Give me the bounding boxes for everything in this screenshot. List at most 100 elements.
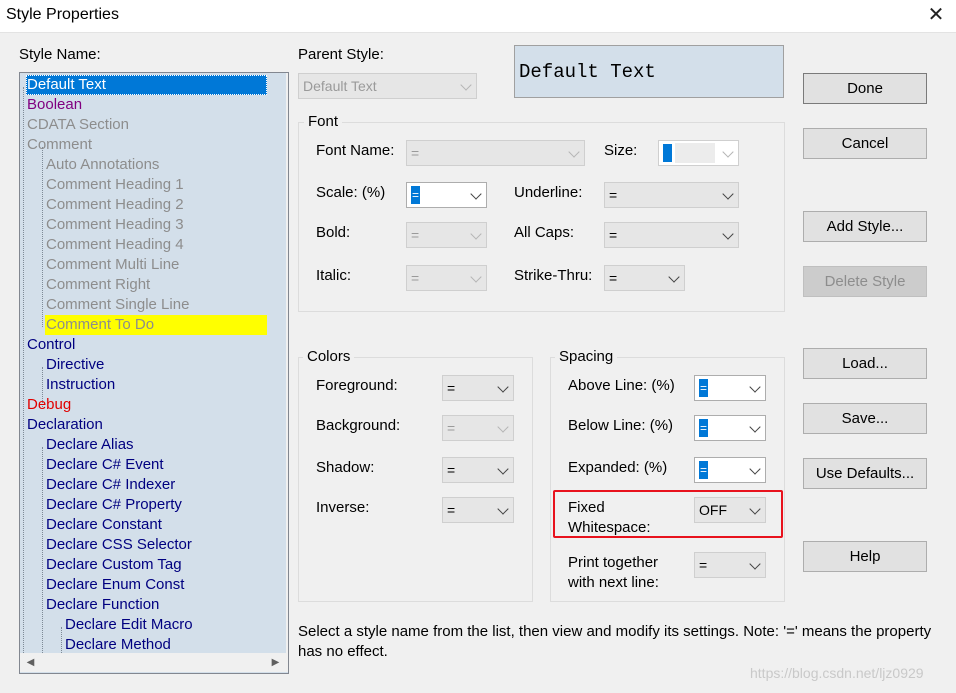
foreground-dropdown[interactable]: =: [442, 375, 514, 401]
spacing-group-label: Spacing: [555, 348, 618, 365]
style-list-item[interactable]: Declare Alias: [45, 435, 134, 455]
strike-thru-dropdown[interactable]: =: [604, 265, 685, 291]
style-list-item[interactable]: Auto Annotations: [45, 155, 159, 175]
horizontal-scrollbar[interactable]: ◀ ▶: [20, 653, 286, 672]
foreground-label: Foreground:: [316, 377, 398, 394]
style-list-item[interactable]: Comment Heading 3: [45, 215, 184, 235]
below-line-value: =: [699, 419, 708, 437]
tree-connector: [42, 147, 43, 327]
style-list-item[interactable]: Comment Heading 4: [45, 235, 184, 255]
style-list-item[interactable]: CDATA Section: [26, 115, 129, 135]
style-list-item[interactable]: Declare Function: [45, 595, 159, 615]
scrollbar-corner: [286, 653, 288, 672]
title-bar: [0, 0, 956, 33]
scroll-left-icon[interactable]: ◀: [22, 653, 39, 672]
style-name-label: Style Name:: [19, 46, 101, 63]
style-list-item[interactable]: Declare Enum Const: [45, 575, 184, 595]
background-dropdown[interactable]: =: [442, 415, 514, 441]
above-line-label: Above Line: (%): [568, 377, 675, 394]
style-list-item[interactable]: Declare CSS Selector: [45, 535, 192, 555]
chevron-down-icon: [497, 463, 509, 475]
bold-dropdown[interactable]: =: [406, 222, 487, 248]
style-list-item[interactable]: Declare C# Event: [45, 455, 164, 475]
all-caps-label: All Caps:: [514, 224, 575, 241]
expanded-dropdown[interactable]: =: [694, 457, 766, 483]
style-list-item[interactable]: Comment Single Line: [45, 295, 189, 315]
all-caps-dropdown[interactable]: =: [604, 222, 739, 248]
use-defaults-button[interactable]: Use Defaults...: [803, 458, 927, 489]
window-title: Style Properties: [6, 6, 119, 23]
below-line-dropdown[interactable]: =: [694, 415, 766, 441]
print-together-label-line2: with next line:: [568, 574, 659, 591]
font-name-dropdown[interactable]: =: [406, 140, 585, 166]
style-list-item[interactable]: Boolean: [26, 95, 82, 115]
background-value: =: [447, 420, 456, 436]
close-icon[interactable]: ✕: [924, 2, 948, 28]
save-button[interactable]: Save...: [803, 403, 927, 434]
tree-connector: [61, 627, 62, 653]
vertical-scroll-thumb[interactable]: [288, 95, 289, 217]
strike-thru-value: =: [609, 270, 618, 286]
load-button[interactable]: Load...: [803, 348, 927, 379]
size-dropdown[interactable]: [658, 140, 739, 166]
print-together-value: =: [699, 557, 708, 573]
inverse-label: Inverse:: [316, 499, 370, 516]
italic-dropdown[interactable]: =: [406, 265, 487, 291]
style-list-item[interactable]: Comment To Do: [45, 315, 267, 335]
style-list-item[interactable]: Comment: [26, 135, 92, 155]
style-list-item[interactable]: Instruction: [45, 375, 115, 395]
style-list-item[interactable]: Declaration: [26, 415, 103, 435]
help-button[interactable]: Help: [803, 541, 927, 572]
italic-label: Italic:: [316, 267, 352, 284]
chevron-down-icon: [749, 381, 761, 393]
chevron-down-icon: [722, 228, 734, 240]
done-button[interactable]: Done: [803, 73, 927, 104]
print-together-dropdown[interactable]: =: [694, 552, 766, 578]
style-list-item[interactable]: Debug: [26, 395, 71, 415]
style-list-item[interactable]: Default Text: [26, 75, 267, 95]
chevron-down-icon: [749, 558, 761, 570]
style-list-item[interactable]: Declare C# Indexer: [45, 475, 175, 495]
chevron-down-icon: [497, 381, 509, 393]
delete-style-button[interactable]: Delete Style: [803, 266, 927, 297]
inverse-value: =: [447, 502, 456, 518]
style-list-item[interactable]: Directive: [45, 355, 104, 375]
style-list-item[interactable]: Declare Method: [64, 635, 171, 655]
scroll-down-icon[interactable]: ▼: [287, 633, 288, 652]
underline-dropdown[interactable]: =: [604, 182, 739, 208]
bold-value: =: [411, 227, 420, 243]
cancel-button[interactable]: Cancel: [803, 128, 927, 159]
style-list-item[interactable]: Declare Custom Tag: [45, 555, 182, 575]
font-name-label: Font Name:: [316, 142, 395, 159]
chevron-down-icon: [497, 503, 509, 515]
expanded-label: Expanded: (%): [568, 459, 668, 476]
scale-dropdown[interactable]: =: [406, 182, 487, 208]
size-label: Size:: [604, 142, 638, 159]
inverse-dropdown[interactable]: =: [442, 497, 514, 523]
style-list-item[interactable]: Declare Edit Macro: [64, 615, 193, 635]
tree-connector: [23, 87, 24, 667]
scroll-right-icon[interactable]: ▶: [267, 653, 284, 672]
style-list-item[interactable]: Control: [26, 335, 75, 355]
chevron-down-icon: [470, 188, 482, 200]
style-list-item[interactable]: Comment Heading 2: [45, 195, 184, 215]
scroll-up-icon[interactable]: ▲: [287, 73, 288, 92]
style-list-item[interactable]: Comment Multi Line: [45, 255, 179, 275]
style-name-list[interactable]: Default Text Boolean CDATA Section Comment A…: [19, 72, 289, 674]
style-list-item[interactable]: Declare C# Property: [45, 495, 182, 515]
above-line-value: =: [699, 379, 708, 397]
style-list-item[interactable]: Comment Right: [45, 275, 150, 295]
print-together-label-line1: Print together: [568, 554, 659, 571]
foreground-value: =: [447, 380, 456, 396]
chevron-down-icon: [460, 79, 472, 91]
parent-style-dropdown[interactable]: Default Text: [298, 73, 477, 99]
above-line-dropdown[interactable]: =: [694, 375, 766, 401]
style-list-item[interactable]: Comment Heading 1: [45, 175, 184, 195]
style-list-item[interactable]: Declare Constant: [45, 515, 162, 535]
chevron-down-icon: [722, 188, 734, 200]
add-style-button[interactable]: Add Style...: [803, 211, 927, 242]
chevron-down-icon: [568, 146, 580, 158]
shadow-label: Shadow:: [316, 459, 375, 476]
scale-value: =: [411, 186, 420, 204]
shadow-dropdown[interactable]: =: [442, 457, 514, 483]
